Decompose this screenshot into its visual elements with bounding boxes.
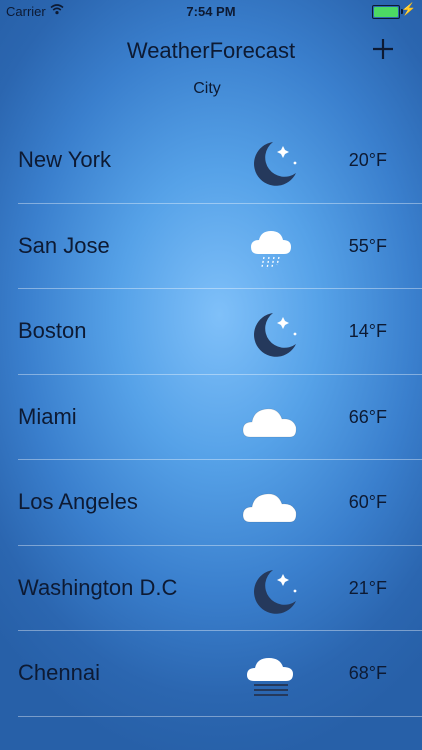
weather-night-icon [240,309,300,359]
city-name: Chennai [18,660,100,685]
weather-cloud-icon [240,395,300,445]
city-row[interactable]: Miami 66°F [0,375,422,460]
battery-icon [372,5,403,19]
city-row[interactable]: Boston 14°F [0,289,422,375]
charging-icon: ⚡ [401,2,416,16]
city-name: New York [18,147,111,172]
city-name: Washington D.C [18,574,178,600]
status-bar: Carrier 7:54 PM ⚡ [0,0,422,22]
city-name: Los Angeles [18,489,138,514]
city-name: Boston [18,318,87,343]
city-section-header: City [193,80,221,97]
weather-night-icon [240,138,300,188]
city-row[interactable]: New York 20°F [0,118,422,204]
city-name: San Jose [18,232,110,258]
city-name: Miami [18,403,77,429]
add-city-button[interactable] [368,34,398,64]
city-row[interactable]: Washington D.C 21°F [0,546,422,631]
city-row[interactable]: Los Angeles 60°F [0,460,422,546]
plus-icon [373,39,393,59]
page-title: WeatherForecast [126,38,296,63]
weather-night-icon [240,566,300,616]
temperature-value: 66°F [348,406,387,427]
status-time: 7:54 PM [186,4,236,19]
row-divider [18,715,422,717]
temperature-value: 60°F [348,492,387,512]
navigation-bar: WeatherForecast [0,30,422,74]
temperature-value: 21°F [348,577,387,598]
temperature-value: 55°F [348,235,387,256]
temperature-value: 20°F [348,150,387,170]
weather-rain-icon [240,224,300,274]
city-list: New York 20°F San Jose 55°F Boston 14°F Mia… [0,118,422,717]
temperature-value: 14°F [348,321,387,341]
weather-fog-icon [240,651,300,701]
temperature-value: 68°F [348,663,387,683]
weather-cloud-icon [240,480,300,530]
city-row[interactable]: San Jose 55°F [0,204,422,289]
city-row[interactable]: Chennai 68°F [0,631,422,717]
